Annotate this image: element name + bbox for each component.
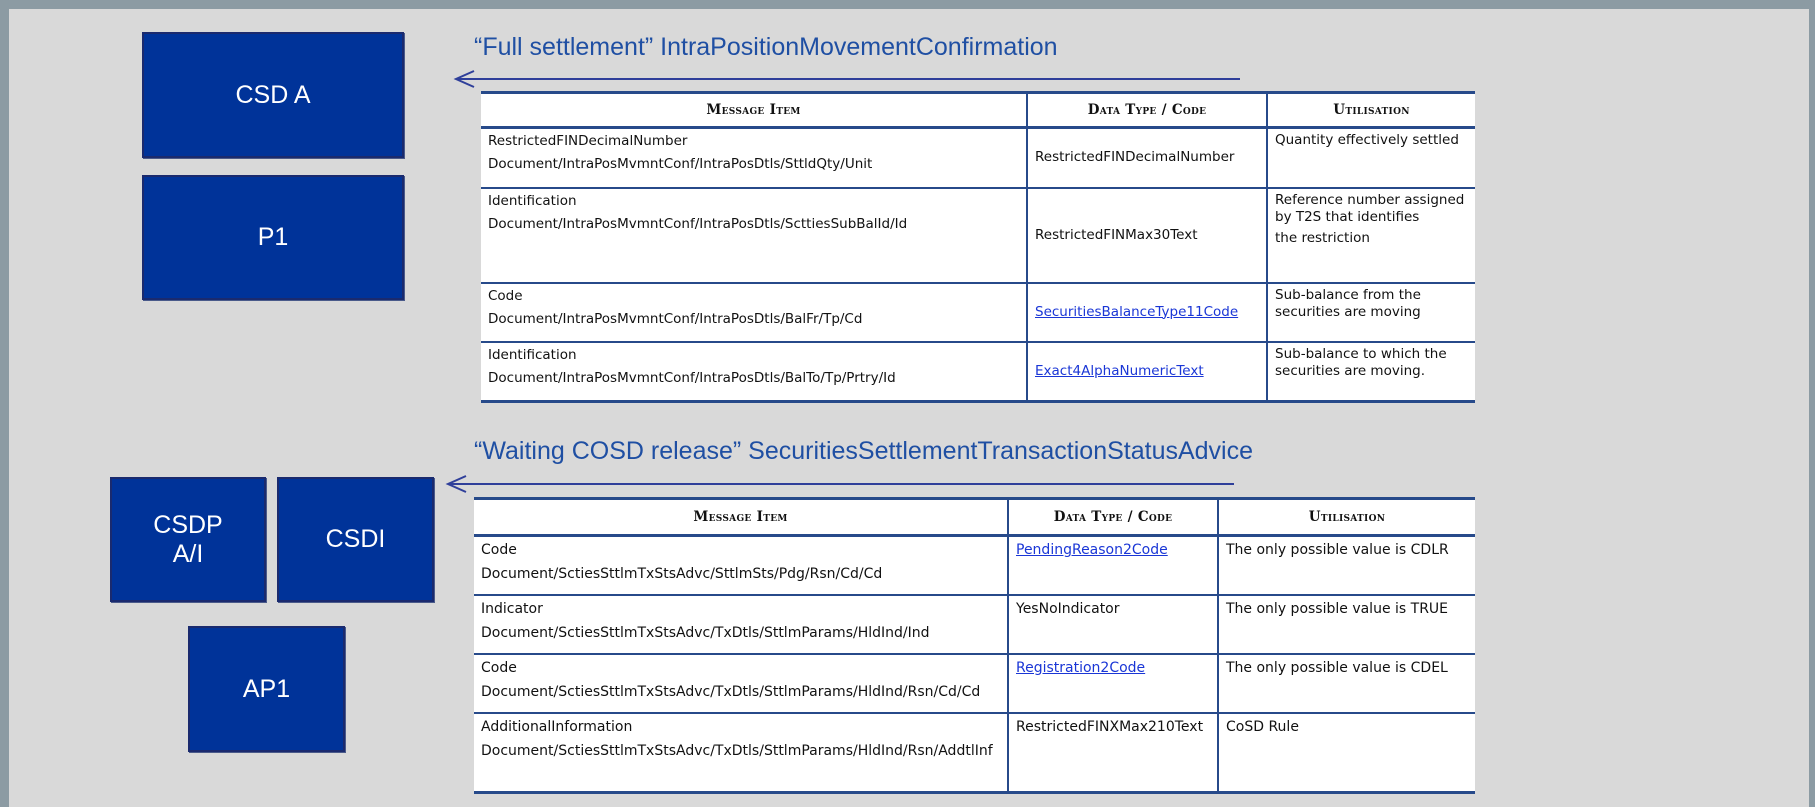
top-arrow-icon bbox=[453, 70, 1240, 88]
table-row: RestrictedFINDecimalNumber Document/Intra… bbox=[481, 127, 1475, 189]
message-item-cell: AdditionalInformation Document/SctiesSttl… bbox=[474, 712, 1008, 794]
data-type-cell: Registration2Code bbox=[1007, 653, 1218, 714]
utilisation-cell: The only possible value is CDEL bbox=[1217, 653, 1475, 714]
message-item-cell: Code Document/SctiesSttlmTxStsAdvc/SttlmS… bbox=[474, 535, 1008, 596]
data-type-text: RestrictedFINDecimalNumber bbox=[1035, 149, 1235, 166]
bottom-heading: “Waiting COSD release” SecuritiesSettlem… bbox=[474, 437, 1254, 465]
item-name: Code bbox=[481, 542, 517, 558]
data-type-text: RestrictedFINXMax210Text bbox=[1016, 718, 1204, 735]
item-path: Document/IntraPosMvmntConf/IntraPosDtls/… bbox=[488, 156, 873, 172]
table-row: Indicator Document/SctiesSttlmTxStsAdvc/T… bbox=[474, 594, 1475, 655]
message-item-cell: Identification Document/IntraPosMvmntConf… bbox=[481, 187, 1027, 284]
utilisation-cell: The only possible value is TRUE bbox=[1217, 594, 1475, 655]
data-type-cell: SecuritiesBalanceType11Code bbox=[1026, 282, 1267, 343]
ap1-box: AP1 bbox=[188, 626, 345, 752]
col-header-utilisation: Utilisation bbox=[1217, 497, 1475, 537]
item-path: Document/SctiesSttlmTxStsAdvc/TxDtls/Stt… bbox=[481, 742, 993, 759]
message-item-cell: RestrictedFINDecimalNumber Document/Intra… bbox=[481, 127, 1027, 189]
table-row: Identification Document/IntraPosMvmntConf… bbox=[481, 341, 1475, 403]
utilisation-text: The only possible value is CDEL bbox=[1226, 659, 1448, 676]
utilisation-cell: CoSD Rule bbox=[1217, 712, 1475, 794]
item-path: Document/IntraPosMvmntConf/IntraPosDtls/… bbox=[488, 369, 896, 386]
csdi-box: CSDI bbox=[277, 477, 434, 602]
utilisation-text: Reference number assigned by T2S that id… bbox=[1275, 191, 1465, 225]
data-type-link[interactable]: Registration2Code bbox=[1016, 660, 1145, 676]
utilisation-cell: Quantity effectively settled bbox=[1266, 127, 1475, 189]
utilisation-text: CoSD Rule bbox=[1226, 718, 1299, 735]
col-header-data-type: Data Type / Code bbox=[1007, 497, 1218, 537]
utilisation-text: Quantity effectively settled bbox=[1275, 132, 1459, 148]
message-item-cell: Code Document/SctiesSttlmTxStsAdvc/TxDtls… bbox=[474, 653, 1008, 714]
table-row: AdditionalInformation Document/SctiesSttl… bbox=[474, 712, 1475, 794]
data-type-text: RestrictedFINMax30Text bbox=[1035, 226, 1198, 243]
table-row: Code Document/SctiesSttlmTxStsAdvc/TxDtls… bbox=[474, 653, 1475, 714]
data-type-cell: PendingReason2Code bbox=[1007, 535, 1218, 596]
utilisation-text: Sub-balance to which the securities are … bbox=[1275, 345, 1447, 379]
top-heading: “Full settlement” IntraPositionMovementC… bbox=[474, 33, 1058, 61]
item-path: Document/IntraPosMvmntConf/IntraPosDtls/… bbox=[488, 215, 908, 232]
table-row: Code Document/SctiesSttlmTxStsAdvc/SttlmS… bbox=[474, 535, 1475, 596]
item-name: Code bbox=[481, 659, 517, 676]
item-name: Identification bbox=[488, 346, 577, 363]
item-name: Indicator bbox=[481, 600, 543, 617]
data-type-cell: YesNoIndicator bbox=[1007, 594, 1218, 655]
data-type-cell: RestrictedFINXMax210Text bbox=[1007, 712, 1218, 794]
data-type-link[interactable]: Exact4AlphaNumericText bbox=[1035, 363, 1204, 379]
utilisation-cell: Sub-balance from the securities are movi… bbox=[1266, 282, 1475, 343]
col-header-utilisation: Utilisation bbox=[1266, 91, 1475, 129]
message-item-cell: Identification Document/IntraPosMvmntConf… bbox=[481, 341, 1027, 403]
table-row: Identification Document/IntraPosMvmntConf… bbox=[481, 187, 1475, 284]
item-path: Document/SctiesSttlmTxStsAdvc/SttlmSts/P… bbox=[481, 566, 883, 582]
bottom-arrow-icon bbox=[445, 475, 1234, 493]
p1-box: P1 bbox=[142, 175, 404, 300]
item-path: Document/SctiesSttlmTxStsAdvc/TxDtls/Stt… bbox=[481, 683, 981, 700]
utilisation-text: The only possible value is CDLR bbox=[1226, 542, 1449, 558]
utilisation-cell: Reference number assigned by T2S that id… bbox=[1266, 187, 1475, 284]
table-row: Code Document/IntraPosMvmntConf/IntraPosD… bbox=[481, 282, 1475, 343]
data-type-cell: RestrictedFINMax30Text bbox=[1026, 187, 1267, 284]
top-message-table: Message Item Data Type / Code Utilisatio… bbox=[481, 91, 1475, 403]
utilisation-text: Sub-balance from the securities are movi… bbox=[1275, 286, 1421, 320]
utilisation-cell: The only possible value is CDLR bbox=[1217, 535, 1475, 596]
item-path: Document/SctiesSttlmTxStsAdvc/TxDtls/Stt… bbox=[481, 624, 930, 641]
item-path: Document/IntraPosMvmntConf/IntraPosDtls/… bbox=[488, 310, 863, 327]
csdp-box: CSDP A/I bbox=[110, 477, 266, 602]
item-name: RestrictedFINDecimalNumber bbox=[488, 133, 688, 149]
message-item-cell: Indicator Document/SctiesSttlmTxStsAdvc/T… bbox=[474, 594, 1008, 655]
utilisation-extra: the restriction bbox=[1275, 229, 1370, 246]
data-type-text: YesNoIndicator bbox=[1016, 600, 1120, 617]
data-type-link[interactable]: SecuritiesBalanceType11Code bbox=[1035, 304, 1238, 320]
item-name: Identification bbox=[488, 192, 577, 209]
col-header-message-item: Message Item bbox=[481, 91, 1027, 129]
data-type-cell: RestrictedFINDecimalNumber bbox=[1026, 127, 1267, 189]
utilisation-cell: Sub-balance to which the securities are … bbox=[1266, 341, 1475, 403]
utilisation-text: The only possible value is TRUE bbox=[1226, 600, 1449, 617]
csd-a-box: CSD A bbox=[142, 32, 404, 158]
data-type-cell: Exact4AlphaNumericText bbox=[1026, 341, 1267, 403]
data-type-link[interactable]: PendingReason2Code bbox=[1016, 542, 1168, 558]
item-name: Code bbox=[488, 287, 523, 304]
col-header-message-item: Message Item bbox=[474, 497, 1008, 537]
bottom-message-table: Message Item Data Type / Code Utilisatio… bbox=[474, 497, 1475, 794]
col-header-data-type: Data Type / Code bbox=[1026, 91, 1267, 129]
message-item-cell: Code Document/IntraPosMvmntConf/IntraPosD… bbox=[481, 282, 1027, 343]
item-name: AdditionalInformation bbox=[481, 718, 633, 735]
